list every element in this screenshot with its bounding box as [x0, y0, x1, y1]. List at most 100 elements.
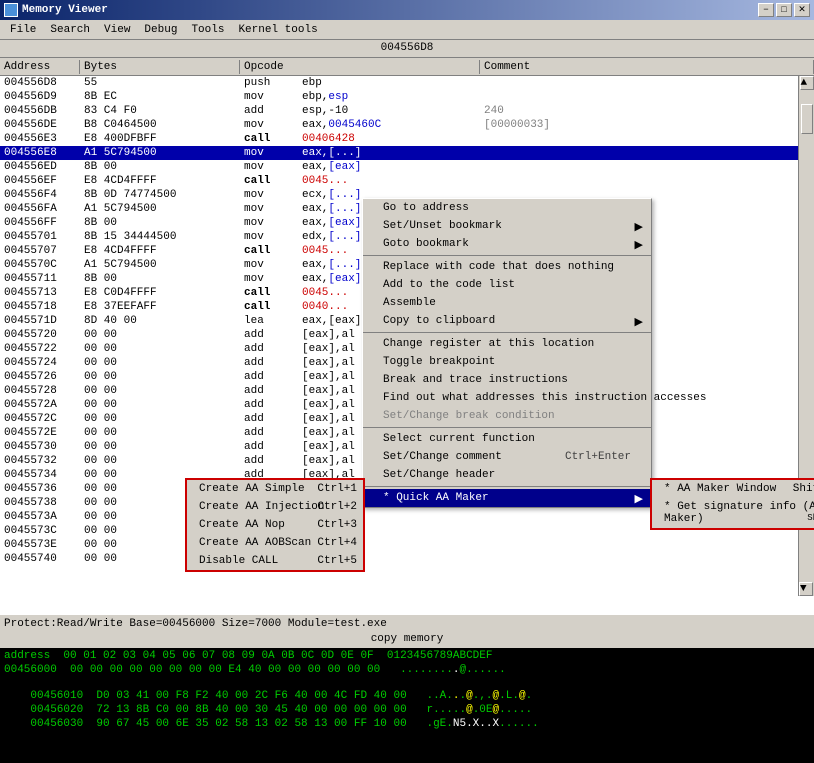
table-row[interactable]: 004556EF E8 4CD4FFFF call 0045... [0, 174, 814, 188]
cell-bytes: 00 00 [80, 371, 240, 383]
cell-bytes: 00 00 [80, 385, 240, 397]
ctx-assemble[interactable]: Assemble [363, 294, 651, 312]
disable-call[interactable]: Disable CALL Ctrl+5 [187, 552, 363, 570]
ctx-set-comment[interactable]: Set/Change comment Ctrl+Enter [363, 448, 651, 466]
get-signature-info[interactable]: * Get signature info (AA Maker) Shift+Ct… [652, 498, 814, 528]
cell-address: 004556ED [0, 161, 80, 173]
window-controls: − □ ✕ [758, 3, 810, 17]
cell-address: 00455707 [0, 245, 80, 257]
create-aa-submenu: Create AA Simple Ctrl+1 Create AA Inject… [185, 478, 365, 572]
cell-operand: eax,0045460C [300, 119, 480, 131]
scroll-thumb[interactable] [801, 104, 813, 134]
ctx-change-register[interactable]: Change register at this location [363, 335, 651, 353]
cell-opcode: add [240, 105, 300, 117]
cell-address: 00455732 [0, 455, 80, 467]
menu-tools[interactable]: Tools [185, 22, 230, 38]
scroll-down-button[interactable]: ▼ [799, 582, 813, 596]
ctx-copy-clipboard[interactable]: Copy to clipboard ▶ [363, 312, 651, 330]
menu-debug[interactable]: Debug [138, 22, 183, 38]
maximize-button[interactable]: □ [776, 3, 792, 17]
cell-address: 004556EF [0, 175, 80, 187]
cell-opcode: call [240, 175, 300, 187]
table-row[interactable]: 004556D9 8B EC mov ebp,esp [0, 90, 814, 104]
table-row[interactable]: 004556DE B8 C0464500 mov eax,0045460C [0… [0, 118, 814, 132]
table-row[interactable]: 004556DB 83 C4 F0 add esp,-10 240 [0, 104, 814, 118]
col-header-opcode: Opcode [240, 60, 480, 74]
ctx-toggle-breakpoint[interactable]: Toggle breakpoint [363, 353, 651, 371]
cell-bytes: E8 C0D4FFFF [80, 287, 240, 299]
cell-opcode: mov [240, 189, 300, 201]
ctx-replace-nop[interactable]: Replace with code that does nothing [363, 258, 651, 276]
menu-view[interactable]: View [98, 22, 136, 38]
cell-operand: eax,[...] [300, 147, 480, 159]
cell-address: 00455713 [0, 287, 80, 299]
ctx-break-trace[interactable]: Break and trace instructions [363, 371, 651, 389]
cell-opcode: mov [240, 119, 300, 131]
status-text: Protect:Read/Write Base=00456000 Size=70… [4, 618, 387, 630]
hex-line-1: 00456010 D0 03 41 00 F8 F2 40 00 2C F6 4… [4, 678, 810, 692]
cell-bytes: 00 00 [80, 455, 240, 467]
ctx-select-function[interactable]: Select current function [363, 430, 651, 448]
cell-bytes: 00 00 [80, 329, 240, 341]
hex-dump-area: address 00 01 02 03 04 05 06 07 08 09 0A… [0, 648, 814, 763]
cell-address: 0045573C [0, 525, 80, 537]
cell-bytes: E8 4CD4FFFF [80, 175, 240, 187]
cell-opcode: mov [240, 203, 300, 215]
menu-file[interactable]: File [4, 22, 42, 38]
create-aa-aobscan[interactable]: Create AA AOBScan Ctrl+4 [187, 534, 363, 552]
window-title: Memory Viewer [22, 4, 108, 16]
cell-opcode: add [240, 357, 300, 369]
menu-search[interactable]: Search [44, 22, 96, 38]
title-bar: Memory Viewer − □ ✕ [0, 0, 814, 20]
cell-opcode: push [240, 77, 300, 89]
cell-operand: ebp [300, 77, 480, 89]
cell-bytes: 00 00 [80, 357, 240, 369]
col-header-bytes: Bytes [80, 60, 240, 74]
aa-maker-window[interactable]: * AA Maker Window Shift+Ctrl+C [652, 480, 814, 498]
cell-address: 004556FF [0, 217, 80, 229]
ctx-set-header[interactable]: Set/Change header [363, 466, 651, 484]
create-aa-injection[interactable]: Create AA Injection Ctrl+2 [187, 498, 363, 516]
table-row[interactable]: 004556ED 8B 00 mov eax,[eax] [0, 160, 814, 174]
cell-opcode: add [240, 427, 300, 439]
cell-address: 0045573E [0, 539, 80, 551]
cell-address: 00455728 [0, 385, 80, 397]
cell-opcode: add [240, 413, 300, 425]
table-row[interactable]: 00455740 00 00 add [eax],al [0, 552, 814, 566]
table-row[interactable]: 004556D8 55 push ebp [0, 76, 814, 90]
cell-address: 004556F4 [0, 189, 80, 201]
cell-opcode: mov [240, 161, 300, 173]
cell-address: 0045572E [0, 427, 80, 439]
ctx-goto-bookmark[interactable]: Goto bookmark ▶ [363, 235, 651, 253]
close-button[interactable]: ✕ [794, 3, 810, 17]
ctx-go-to-address[interactable]: Go to address [363, 199, 651, 217]
ctx-set-bookmark[interactable]: Set/Unset bookmark ▶ [363, 217, 651, 235]
address-bar: 004556D8 [0, 40, 814, 58]
cell-opcode: mov [240, 259, 300, 271]
create-aa-nop[interactable]: Create AA Nop Ctrl+3 [187, 516, 363, 534]
cell-bytes: 00 00 [80, 399, 240, 411]
cell-opcode: call [240, 245, 300, 257]
ctx-sep-4 [363, 486, 651, 487]
cell-address: 00455734 [0, 469, 80, 481]
cell-bytes: 8B 00 [80, 161, 240, 173]
create-aa-simple[interactable]: Create AA Simple Ctrl+1 [187, 480, 363, 498]
cell-operand: eax,[eax] [300, 161, 480, 173]
ctx-find-addresses[interactable]: Find out what addresses this instruction… [363, 389, 651, 407]
cell-address: 00455701 [0, 231, 80, 243]
minimize-button[interactable]: − [758, 3, 774, 17]
cell-opcode: add [240, 399, 300, 411]
table-row[interactable]: 0045573E 00 00 add [eax],al [0, 538, 814, 552]
menu-kernel-tools[interactable]: Kernel tools [232, 22, 323, 38]
cell-operand: ebp,esp [300, 91, 480, 103]
cell-address: 0045572A [0, 399, 80, 411]
menu-bar: File Search View Debug Tools Kernel tool… [0, 20, 814, 40]
table-row[interactable]: 004556E3 E8 400DFBFF call 00406428 [0, 132, 814, 146]
col-header-comment: Comment [480, 60, 814, 74]
context-menu: Go to address Set/Unset bookmark ▶ Goto … [362, 198, 652, 508]
ctx-quick-aa-maker[interactable]: * Quick AA Maker ▶ [363, 489, 651, 507]
table-row[interactable]: 004556E8 A1 5C794500 mov eax,[...] [0, 146, 814, 160]
ctx-add-code-list[interactable]: Add to the code list [363, 276, 651, 294]
scroll-up-button[interactable]: ▲ [800, 76, 814, 90]
hex-header: address 00 01 02 03 04 05 06 07 08 09 0A… [4, 650, 810, 664]
